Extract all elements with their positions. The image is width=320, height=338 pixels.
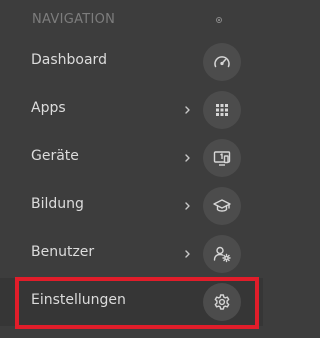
user-settings-icon xyxy=(203,235,241,273)
chevron-right-icon xyxy=(184,102,192,116)
navigation-section-title: NAVIGATION xyxy=(32,12,116,27)
chevron-right-icon xyxy=(184,246,192,260)
nav-item-label: Benutzer xyxy=(31,244,95,260)
chevron-right-icon xyxy=(184,150,192,164)
nav-item-label: Geräte xyxy=(31,148,79,164)
navigation-sidebar: NAVIGATION Dashboard Apps Geräte Bildung… xyxy=(0,0,263,338)
nav-item-label: Bildung xyxy=(31,196,84,212)
nav-item-label: Einstellungen xyxy=(31,292,126,308)
nav-item-einstellungen[interactable]: Einstellungen xyxy=(0,278,263,326)
nav-item-benutzer[interactable]: Benutzer xyxy=(0,230,263,278)
graduation-cap-icon xyxy=(203,187,241,225)
nav-item-label: Dashboard xyxy=(31,52,107,68)
section-indicator-icon[interactable] xyxy=(216,17,222,23)
gear-icon xyxy=(203,283,241,321)
device-screen-icon xyxy=(203,139,241,177)
nav-item-apps[interactable]: Apps xyxy=(0,86,263,134)
app-grid-icon xyxy=(203,91,241,129)
chevron-right-icon xyxy=(184,198,192,212)
nav-item-bildung[interactable]: Bildung xyxy=(0,182,263,230)
nav-item-dashboard[interactable]: Dashboard xyxy=(0,38,263,86)
speedometer-icon xyxy=(203,43,241,81)
nav-item-label: Apps xyxy=(31,100,66,116)
nav-item-geraete[interactable]: Geräte xyxy=(0,134,263,182)
